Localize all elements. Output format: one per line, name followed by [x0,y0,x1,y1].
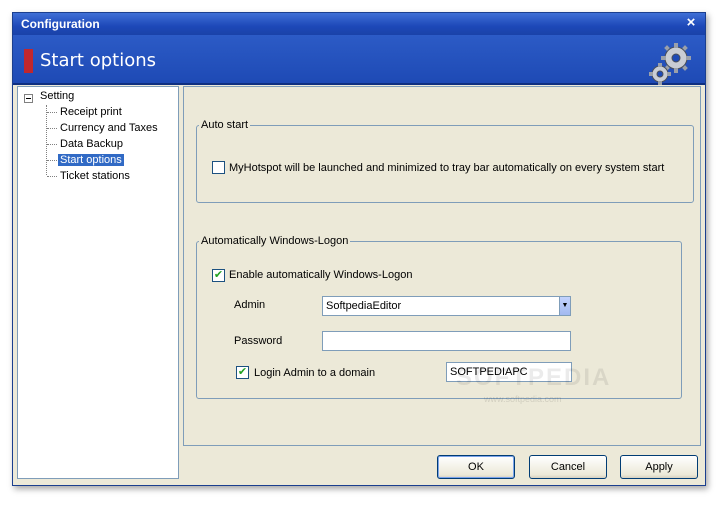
tree-collapse-icon[interactable] [24,94,33,103]
admin-select[interactable]: SoftpediaEditor ▼ [322,296,571,316]
auto-start-group: Auto start [196,119,694,203]
tree-connector [47,112,57,113]
close-icon[interactable]: × [683,15,699,31]
tree-item-currency-and-taxes[interactable]: Currency and Taxes [60,122,158,134]
configuration-window: Configuration × Start options Setting Re… [12,12,706,486]
apply-button[interactable]: Apply [620,455,698,479]
password-label: Password [234,335,283,347]
cancel-button[interactable]: Cancel [529,455,607,479]
tree-connector [47,128,57,129]
tree-connector-line [46,105,47,175]
auto-start-legend: Auto start [201,119,249,131]
tree-item-start-options[interactable]: Start options [58,154,124,166]
ok-button[interactable]: OK [437,455,515,479]
windows-logon-legend: Automatically Windows-Logon [201,235,349,247]
domain-login-label[interactable]: Login Admin to a domain [254,367,375,379]
enable-logon-label[interactable]: Enable automatically Windows-Logon [229,269,412,281]
gears-icon [649,43,691,85]
auto-start-label[interactable]: MyHotspot will be launched and minimized… [229,162,664,174]
password-input[interactable] [322,331,571,351]
options-panel: Auto start MyHotspot will be launched an… [183,86,701,446]
auto-start-checkbox[interactable] [212,161,225,174]
header-marker [24,49,33,73]
page-title: Start options [40,50,156,71]
title-bar[interactable]: Configuration × [13,13,705,35]
chevron-down-icon[interactable]: ▼ [559,297,570,315]
tree-item-ticket-stations[interactable]: Ticket stations [60,170,130,182]
tree-root-setting[interactable]: Setting [40,90,74,102]
admin-select-value: SoftpediaEditor [326,300,402,312]
settings-tree: Setting Receipt print Currency and Taxes… [17,86,179,479]
tree-connector [47,144,57,145]
tree-connector [47,176,57,177]
admin-label: Admin [234,299,266,311]
softpedia-watermark: SOFTPEDIA [456,364,612,391]
tree-connector [47,160,57,161]
tree-item-receipt-print[interactable]: Receipt print [60,106,122,118]
domain-login-checkbox[interactable]: ✔ [236,366,249,379]
tree-item-data-backup[interactable]: Data Backup [60,138,123,150]
window-title: Configuration [21,17,100,31]
page-header: Start options [13,35,705,85]
enable-logon-checkbox[interactable]: ✔ [212,269,225,282]
softpedia-watermark-url: www.softpedia.com [484,394,562,404]
